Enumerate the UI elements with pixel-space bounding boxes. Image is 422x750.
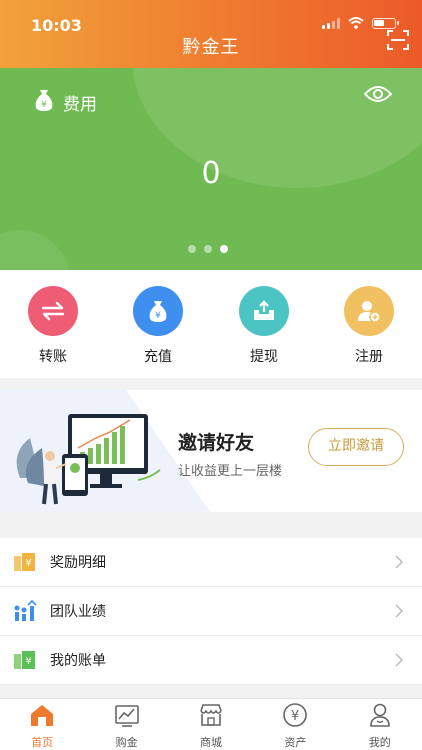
- battery-icon: [372, 17, 399, 29]
- bottom-tab-bar: 首页 购金 商城 ¥ 资产 我的: [0, 698, 422, 750]
- menu-item-team-performance[interactable]: 团队业绩: [0, 587, 422, 636]
- menu-item-label: 我的账单: [50, 653, 106, 669]
- wifi-icon: [348, 17, 364, 29]
- tab-label: 我的: [368, 736, 391, 749]
- invite-card[interactable]: 邀请好友 让收益更上一层楼 立即邀请: [0, 390, 422, 512]
- shop-icon: [200, 704, 222, 726]
- tab-label: 商城: [199, 736, 222, 749]
- tab-label: 购金: [115, 736, 138, 749]
- signal-icon: [322, 17, 340, 29]
- carousel-dot[interactable]: [204, 245, 212, 253]
- tab-mall[interactable]: 商城: [169, 699, 253, 750]
- menu-item-label: 奖励明细: [50, 555, 106, 571]
- money-bag-icon: ¥: [35, 90, 53, 111]
- bill-icon: ¥: [12, 647, 38, 673]
- svg-text:¥: ¥: [291, 709, 299, 724]
- invite-now-button[interactable]: 立即邀请: [308, 428, 404, 466]
- carousel-dot[interactable]: [188, 245, 196, 253]
- invite-subtitle: 让收益更上一层楼: [178, 464, 283, 479]
- transfer-icon: [28, 286, 78, 336]
- app-title: 黔金王: [182, 37, 240, 58]
- register-button[interactable]: 注册: [329, 286, 409, 366]
- tab-label: 资产: [284, 736, 307, 749]
- tab-buy-gold[interactable]: 购金: [84, 699, 168, 750]
- fee-value: 0: [201, 156, 221, 191]
- scan-icon[interactable]: [386, 28, 410, 52]
- fee-banner[interactable]: ¥ 费用 0: [0, 68, 422, 270]
- app-header: 10:03 黔金王: [0, 0, 422, 68]
- chevron-right-icon: [395, 604, 404, 618]
- carousel-dot-active[interactable]: [220, 245, 228, 253]
- recharge-button[interactable]: ¥ 充值: [118, 286, 198, 366]
- quick-actions: 转账 ¥ 充值 提现 注册: [0, 270, 422, 378]
- invite-title: 邀请好友: [178, 432, 255, 454]
- money-bag-icon: ¥: [133, 286, 183, 336]
- status-icons: [322, 17, 399, 29]
- svg-text:¥: ¥: [155, 311, 161, 321]
- home-icon: [31, 705, 54, 726]
- menu-list: ¥ 奖励明细 团队业绩 ¥ 我的账单: [0, 538, 422, 685]
- invite-illustration: [16, 414, 161, 505]
- chevron-right-icon: [395, 653, 404, 667]
- carousel-dots: [188, 245, 228, 253]
- chevron-right-icon: [395, 555, 404, 569]
- tab-profile[interactable]: 我的: [338, 699, 422, 750]
- recharge-label: 充值: [144, 349, 172, 365]
- transfer-label: 转账: [39, 349, 67, 365]
- reward-icon: ¥: [12, 549, 38, 575]
- team-performance-icon: [12, 598, 38, 624]
- assets-yen-icon: ¥: [283, 703, 308, 727]
- menu-item-label: 团队业绩: [50, 604, 106, 620]
- svg-text:¥: ¥: [25, 558, 31, 569]
- svg-text:¥: ¥: [41, 100, 47, 110]
- withdraw-button[interactable]: 提现: [224, 286, 304, 366]
- withdraw-icon: [239, 286, 289, 336]
- fee-label: 费用: [63, 95, 97, 115]
- menu-item-reward-details[interactable]: ¥ 奖励明细: [0, 538, 422, 587]
- eye-icon[interactable]: [364, 84, 392, 104]
- register-label: 注册: [355, 349, 383, 365]
- withdraw-label: 提现: [250, 349, 278, 365]
- chart-icon: [114, 705, 139, 727]
- tab-home[interactable]: 首页: [0, 699, 84, 750]
- transfer-button[interactable]: 转账: [13, 286, 93, 366]
- tab-assets[interactable]: ¥ 资产: [253, 699, 337, 750]
- svg-text:¥: ¥: [25, 656, 31, 667]
- menu-item-my-bill[interactable]: ¥ 我的账单: [0, 636, 422, 685]
- profile-icon: [369, 703, 390, 727]
- tab-label: 首页: [31, 736, 54, 749]
- register-user-icon: [344, 286, 394, 336]
